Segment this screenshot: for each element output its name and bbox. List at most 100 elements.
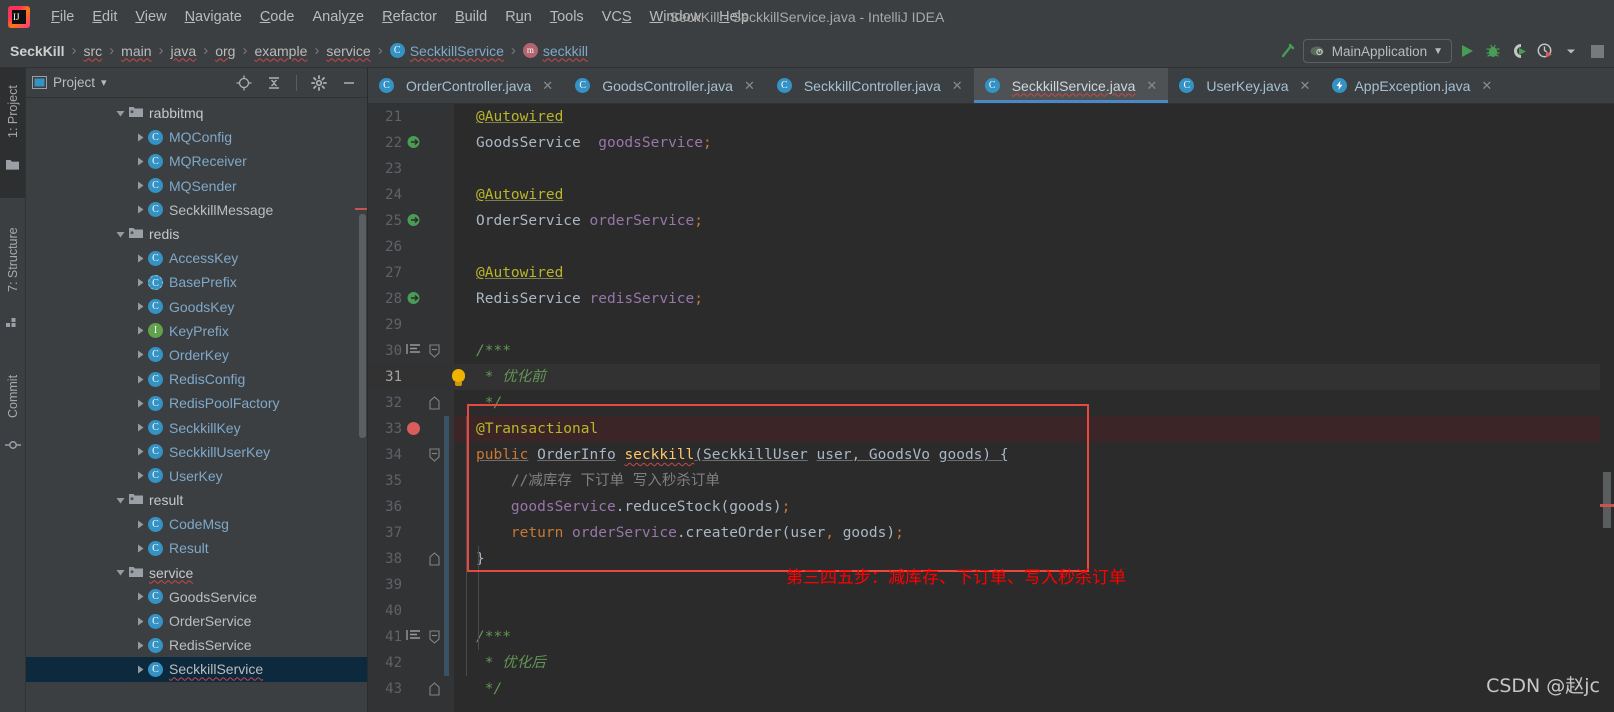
hide-icon[interactable] [337, 72, 361, 94]
tree-node[interactable]: redis [26, 222, 367, 246]
tree-node[interactable]: result [26, 488, 367, 512]
chevron-down-icon[interactable] [112, 105, 128, 121]
menu-item-tools[interactable]: Tools [541, 7, 593, 27]
code-line[interactable]: OrderService orderService; [454, 208, 1614, 234]
chevron-right-icon[interactable] [132, 395, 148, 411]
tree-node[interactable]: C MQConfig [26, 125, 367, 149]
chevron-down-icon[interactable] [112, 565, 128, 581]
breadcrumb-item-service[interactable]: service [326, 43, 370, 59]
fold-end-icon[interactable] [428, 396, 442, 410]
code-line[interactable]: /*** [454, 338, 1614, 364]
breadcrumb-item-java[interactable]: java [171, 43, 197, 59]
tree-node[interactable]: C RedisConfig [26, 367, 367, 391]
chevron-right-icon[interactable] [132, 516, 148, 532]
breadcrumb-item-org[interactable]: org [215, 43, 235, 59]
breadcrumb-item-seckkill[interactable]: m seckkill [522, 43, 588, 59]
run-configuration-selector[interactable]: MainApplication ▼ [1302, 39, 1452, 63]
chevron-right-icon[interactable] [132, 347, 148, 363]
chevron-right-icon[interactable] [132, 153, 148, 169]
tree-node[interactable]: C OrderService [26, 609, 367, 633]
chevron-down-icon[interactable] [112, 492, 128, 508]
stop-icon[interactable] [1586, 40, 1608, 62]
fold-collapse-icon[interactable] [428, 448, 442, 462]
tree-node[interactable]: C Result [26, 536, 367, 560]
error-stripe-mark[interactable] [1600, 504, 1614, 507]
chevron-down-icon[interactable] [112, 226, 128, 242]
tree-node[interactable]: C CodeMsg [26, 512, 367, 536]
chevron-right-icon[interactable] [132, 420, 148, 436]
code-line[interactable]: GoodsService goodsService; [454, 130, 1614, 156]
code-line[interactable]: @Autowired [454, 182, 1614, 208]
menu-item-edit[interactable]: Edit [83, 7, 126, 27]
code-text[interactable]: @Autowired GoodsService goodsService; @Au… [454, 104, 1614, 712]
tree-node[interactable]: C OrderKey [26, 343, 367, 367]
chevron-down-icon[interactable]: ▼ [1433, 46, 1443, 57]
chevron-right-icon[interactable] [132, 371, 148, 387]
breadcrumb-item-example[interactable]: example [254, 43, 307, 59]
menu-item-analyze[interactable]: Analyze [304, 7, 374, 27]
tree-node[interactable]: service [26, 561, 367, 585]
fold-end-icon[interactable] [428, 552, 442, 566]
breadcrumb[interactable]: SeckKill › src › main › java › org › example › servi… [10, 42, 588, 59]
tree-node[interactable]: C UserKey [26, 464, 367, 488]
chevron-down-icon[interactable]: ▾ [101, 76, 107, 89]
menu-item-build[interactable]: Build [446, 7, 496, 27]
sidebar-item-project[interactable]: 1: Project [0, 68, 25, 198]
code-line[interactable]: * 优化后 [454, 650, 1614, 676]
debug-icon[interactable] [1482, 40, 1504, 62]
code-line[interactable]: RedisService redisService; [454, 286, 1614, 312]
menu-item-vcs[interactable]: VCS [593, 7, 641, 27]
breakpoint-icon[interactable] [407, 422, 420, 435]
chevron-down-icon[interactable] [1560, 40, 1582, 62]
code-line[interactable]: @Autowired [454, 104, 1614, 130]
menu-item-window[interactable]: Window [641, 7, 711, 27]
tree-node-selected[interactable]: C SeckkillService [26, 657, 367, 682]
collapse-all-icon[interactable] [262, 72, 286, 94]
code-line[interactable]: @Autowired [454, 260, 1614, 286]
editor-tab-seckkillcontroller-java[interactable]: C SeckkillController.java ✕ [766, 68, 974, 103]
code-line[interactable] [454, 598, 1614, 624]
code-line[interactable]: //减库存 下订单 写入秒杀订单 [454, 468, 1614, 494]
scrollbar-thumb[interactable] [1603, 472, 1611, 528]
chevron-right-icon[interactable] [132, 444, 148, 460]
run-coverage-icon[interactable] [1508, 40, 1530, 62]
code-line[interactable]: /*** [454, 624, 1614, 650]
tree-node[interactable]: C MQSender [26, 174, 367, 198]
chevron-right-icon[interactable] [132, 613, 148, 629]
close-icon[interactable]: ✕ [542, 78, 553, 94]
tree-node[interactable]: C RedisPoolFactory [26, 391, 367, 415]
code-line[interactable]: return orderService.createOrder(user, go… [454, 520, 1614, 546]
tree-node[interactable]: C GoodsKey [26, 295, 367, 319]
tree-scrollbar[interactable] [359, 214, 366, 438]
fold-collapse-icon[interactable] [428, 344, 442, 358]
tree-node[interactable]: C SeckkillKey [26, 415, 367, 439]
editor-tab-seckkillservice-java[interactable]: C SeckkillService.java ✕ [973, 68, 1169, 103]
breadcrumb-item-seckkillservice[interactable]: C SeckkillService [389, 43, 504, 59]
tree-node[interactable]: C MQReceiver [26, 149, 367, 173]
tree-node[interactable]: I KeyPrefix [26, 319, 367, 343]
chevron-right-icon[interactable] [132, 323, 148, 339]
chevron-right-icon[interactable] [132, 250, 148, 266]
breadcrumb-item-src[interactable]: src [83, 43, 102, 59]
chevron-right-icon[interactable] [132, 540, 148, 556]
hammer-build-icon[interactable] [1277, 40, 1299, 62]
code-line[interactable] [454, 156, 1614, 182]
chevron-right-icon[interactable] [132, 129, 148, 145]
chevron-right-icon[interactable] [132, 637, 148, 653]
spring-bean-gutter-icon[interactable] [406, 134, 424, 152]
chevron-right-icon[interactable] [132, 274, 148, 290]
menu-item-code[interactable]: Code [251, 7, 304, 27]
code-line[interactable]: */ [454, 390, 1614, 416]
chevron-right-icon[interactable] [132, 468, 148, 484]
tree-node[interactable]: C BasePrefix [26, 270, 367, 294]
fold-collapse-icon[interactable] [428, 630, 442, 644]
menu-item-help[interactable]: Help [710, 7, 758, 27]
close-icon[interactable]: ✕ [952, 78, 963, 94]
close-icon[interactable]: ✕ [744, 78, 755, 94]
close-icon[interactable]: ✕ [1481, 78, 1492, 94]
breadcrumb-item-main[interactable]: main [121, 43, 151, 59]
editor-tab-userkey-java[interactable]: C UserKey.java ✕ [1168, 68, 1321, 103]
chevron-right-icon[interactable] [132, 178, 148, 194]
code-line[interactable]: */ [454, 676, 1614, 702]
code-line[interactable]: * 优化前 [454, 364, 1614, 390]
